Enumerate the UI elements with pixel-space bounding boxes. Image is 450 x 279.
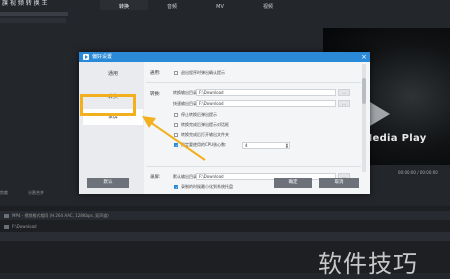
quick-dir-input[interactable]: F:\Download bbox=[196, 100, 336, 107]
section-convert-label: 转换: bbox=[150, 92, 161, 97]
tab-video[interactable]: 视频 bbox=[244, 0, 292, 10]
open-folder-checkbox[interactable] bbox=[174, 133, 178, 137]
close-icon[interactable]: × bbox=[361, 52, 367, 62]
exit-confirm-label: 退出程序时弹出确认提示 bbox=[181, 70, 225, 75]
toolbar-strip-2 bbox=[0, 18, 66, 23]
watermark: 软件技巧 bbox=[318, 250, 418, 278]
tab-mv[interactable]: MV bbox=[196, 0, 244, 10]
cpu-cores-label: 指定要使用的CPU核心数: bbox=[181, 142, 227, 147]
dialog-nav: 通用 转换 录屏 bbox=[79, 62, 144, 194]
dialog-scrollbar[interactable] bbox=[362, 64, 366, 172]
split-merge-label[interactable]: 分割合并 bbox=[28, 190, 44, 196]
exit-confirm-checkbox[interactable] bbox=[174, 71, 178, 75]
app-logo-icon bbox=[83, 54, 89, 60]
list-item-format: MP4 - 视频格式相同 (H.264 AAC, 128Kbps, 双声道) bbox=[12, 213, 109, 218]
record-dir-label: 默认输出目录: bbox=[173, 174, 199, 179]
section-record-label: 录屏: bbox=[150, 175, 161, 180]
output-dir-label: 转换输出目录: bbox=[173, 90, 199, 95]
record-dir-input[interactable]: F:\Download bbox=[196, 173, 336, 180]
output-dir-browse-button[interactable]: ... bbox=[338, 89, 350, 96]
quick-dir-label: 快速输出目录: bbox=[173, 101, 199, 106]
nav-item-general[interactable]: 通用 bbox=[83, 66, 143, 82]
tab-audio[interactable]: 音频 bbox=[148, 0, 196, 10]
preview-time: 00:00:00 / 00:00:00 bbox=[398, 170, 438, 175]
highlight-box bbox=[80, 94, 136, 116]
quick-dir-browse-button[interactable]: ... bbox=[338, 100, 350, 107]
done-dialog-label: 转换完成后弹出提示对话框 bbox=[181, 122, 229, 127]
video-file-icon bbox=[4, 214, 9, 218]
output-dir-input[interactable]: F:\Download bbox=[196, 89, 336, 96]
list-item-path: F:\Download bbox=[12, 224, 37, 229]
toolbar-strip bbox=[0, 12, 68, 16]
cancel-button[interactable]: 取消 bbox=[319, 178, 359, 188]
ok-button[interactable]: 确定 bbox=[274, 178, 312, 188]
dialog-title: 偏好设置 bbox=[92, 54, 113, 60]
cpu-cores-value: 4 bbox=[245, 143, 248, 148]
scroll-thumb[interactable] bbox=[362, 78, 366, 104]
cpu-cores-checkbox[interactable] bbox=[174, 143, 178, 148]
list-item[interactable]: MP4 - 视频格式相同 (H.264 AAC, 128Kbps, 双声道) bbox=[0, 211, 450, 220]
divider bbox=[146, 166, 361, 167]
stop-notify-label: 停止转换后弹出提示 bbox=[181, 112, 217, 117]
list-item[interactable]: F:\Download bbox=[0, 222, 450, 231]
section-general-label: 通用: bbox=[150, 71, 161, 76]
open-folder-label: 转换完成后打开输出文件夹 bbox=[181, 132, 229, 137]
clip-label[interactable]: 剪裁 bbox=[0, 190, 8, 196]
app-title: 旗 视 频 转 换 王 bbox=[2, 0, 48, 7]
stepper-arrows-icon[interactable]: ▲ ▼ bbox=[286, 143, 288, 149]
folder-icon bbox=[4, 225, 9, 229]
cpu-cores-stepper[interactable]: 4 ▲ ▼ bbox=[242, 142, 290, 149]
list-item-empty bbox=[0, 232, 450, 241]
done-dialog-checkbox[interactable] bbox=[174, 123, 178, 127]
tab-convert[interactable]: 转换 bbox=[100, 0, 148, 10]
reset-button[interactable]: 默认 bbox=[87, 178, 129, 188]
divider bbox=[146, 82, 361, 83]
record-minimize-checkbox[interactable] bbox=[174, 185, 178, 190]
record-minimize-label: 录制的时候最小化到系统托盘 bbox=[181, 184, 233, 189]
dialog-titlebar[interactable]: 偏好设置 × bbox=[79, 52, 370, 62]
top-tabs: 转换 音频 MV 视频 bbox=[100, 0, 292, 10]
stop-notify-checkbox[interactable] bbox=[174, 113, 178, 117]
